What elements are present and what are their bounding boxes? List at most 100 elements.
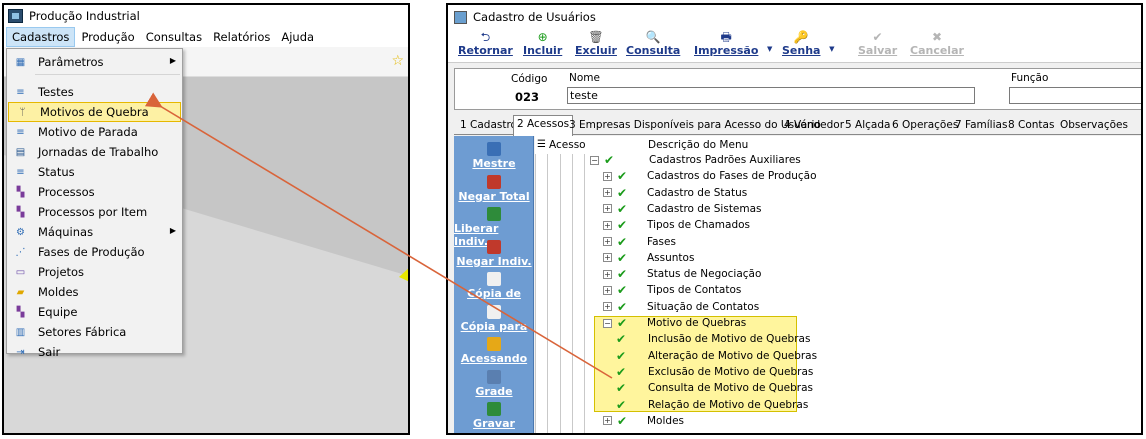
tree-row[interactable]: ✔ Alteração de Motivo de Quebras bbox=[616, 348, 817, 364]
expand-icon[interactable]: + bbox=[603, 416, 612, 426]
tree-row[interactable]: + ✔ Cadastros do Fases de Produção bbox=[603, 168, 817, 184]
check-icon[interactable]: ✔ bbox=[616, 332, 626, 346]
favorite-star-icon[interactable]: ☆ bbox=[391, 53, 404, 69]
dropdown-item-jornadas-de-trabalho[interactable]: ▤ Jornadas de Trabalho bbox=[7, 142, 182, 162]
tab-observacoes[interactable]: Observações bbox=[1057, 117, 1131, 135]
dropdown-item-sair[interactable]: ⇥ Sair bbox=[7, 342, 182, 362]
side-button-negar-indiv-[interactable]: Negar Indiv. bbox=[454, 239, 534, 268]
dropdown-item-testes[interactable]: ≡ Testes bbox=[7, 82, 182, 102]
dropdown-item-motivo-de-parada[interactable]: ≡ Motivo de Parada bbox=[7, 122, 182, 142]
nome-input[interactable]: teste bbox=[567, 87, 975, 104]
tab-familias[interactable]: 7 Famílias bbox=[952, 117, 1010, 135]
tab-operacoes[interactable]: 6 Operações bbox=[889, 117, 961, 135]
cancelar-button[interactable]: ✖ Cancelar bbox=[910, 31, 964, 61]
menu-producao[interactable]: Produção bbox=[76, 28, 139, 46]
tree-row[interactable]: − ✔ Cadastros Padrões Auxiliares bbox=[590, 152, 801, 168]
dropdown-item-motivos-de-quebra[interactable]: ᛘ Motivos de Quebra bbox=[8, 102, 181, 122]
consulta-button[interactable]: 🔍 Consulta bbox=[626, 31, 680, 61]
right-toolbar: ⮌ Retornar ⊕ Incluir 🗑 Excluir 🔍 Consult… bbox=[448, 29, 1141, 63]
salvar-button[interactable]: ✔ Salvar bbox=[858, 31, 897, 61]
expand-icon[interactable]: + bbox=[603, 188, 612, 198]
expand-icon[interactable]: + bbox=[603, 253, 612, 263]
collapse-icon[interactable]: − bbox=[590, 155, 599, 165]
check-icon[interactable]: ✔ bbox=[617, 202, 627, 216]
side-button-acessando[interactable]: Acessando bbox=[454, 337, 534, 365]
tree-row[interactable]: ✔ Relação de Motivo de Quebras bbox=[616, 397, 808, 413]
side-button-negar-total[interactable]: Negar Total bbox=[454, 174, 534, 203]
tab-acessos[interactable]: 2 Acessos bbox=[513, 115, 574, 136]
excluir-button[interactable]: 🗑 Excluir bbox=[575, 31, 617, 61]
side-button-c-pia-de[interactable]: Cópia de bbox=[454, 272, 534, 300]
check-icon[interactable]: ✔ bbox=[616, 365, 626, 379]
dropdown-item-m-quinas[interactable]: ⚙ Máquinas ▶ bbox=[7, 222, 182, 242]
tree-row[interactable]: + ✔ Moldes bbox=[603, 413, 684, 429]
descricao-header[interactable]: Descrição do Menu bbox=[648, 139, 748, 151]
dropdown-item-moldes[interactable]: ▰ Moldes bbox=[7, 282, 182, 302]
menu-ajuda[interactable]: Ajuda bbox=[276, 28, 319, 46]
check-icon[interactable]: ✔ bbox=[617, 300, 627, 314]
side-button-c-pia-para[interactable]: Cópia para bbox=[454, 304, 534, 333]
dropdown-item-processos[interactable]: ▚ Processos bbox=[7, 182, 182, 202]
tab-contas[interactable]: 8 Contas bbox=[1005, 117, 1057, 135]
tab-alcada[interactable]: 5 Alçada bbox=[842, 117, 893, 135]
menu-relatorios[interactable]: Relatórios bbox=[208, 28, 275, 46]
expand-icon[interactable]: + bbox=[603, 269, 612, 279]
chevron-down-icon[interactable]: ▼ bbox=[767, 45, 772, 53]
chevron-down-icon[interactable]: ▼ bbox=[829, 45, 834, 53]
expand-icon[interactable]: + bbox=[603, 302, 612, 312]
funcao-input[interactable] bbox=[1009, 87, 1141, 104]
dropdown-item-label: Testes bbox=[38, 85, 74, 99]
tab-vendedor[interactable]: 4 Vendedor bbox=[781, 117, 847, 135]
dropdown-item-processos-por-item[interactable]: ▚ Processos por Item bbox=[7, 202, 182, 222]
check-icon[interactable]: ✔ bbox=[617, 414, 627, 428]
dropdown-item-equipe[interactable]: ▚ Equipe bbox=[7, 302, 182, 322]
check-icon[interactable]: ✔ bbox=[616, 398, 626, 412]
check-icon[interactable]: ✔ bbox=[617, 283, 627, 297]
dropdown-item-projetos[interactable]: ▭ Projetos bbox=[7, 262, 182, 282]
impressao-button[interactable]: 🖶 Impressão ▼ bbox=[694, 31, 772, 61]
tree-row[interactable]: + ✔ Tipos de Chamados bbox=[603, 217, 750, 233]
check-icon[interactable]: ✔ bbox=[617, 267, 627, 281]
tree-row[interactable]: ✔ Exclusão de Motivo de Quebras bbox=[616, 364, 813, 380]
tree-row[interactable]: ✔ Inclusão de Motivo de Quebras bbox=[616, 331, 810, 347]
expand-icon[interactable]: + bbox=[603, 237, 612, 246]
check-icon[interactable]: ✔ bbox=[617, 251, 627, 265]
check-icon[interactable]: ✔ bbox=[617, 186, 627, 200]
tree-row[interactable]: + ✔ Cadastro de Status bbox=[603, 185, 747, 201]
expand-icon[interactable]: + bbox=[603, 285, 612, 295]
dropdown-item-par-metros[interactable]: ▦ Parâmetros ▶ bbox=[7, 52, 182, 72]
menu-cadastros[interactable]: Cadastros bbox=[6, 27, 76, 47]
tree-row[interactable]: ✔ Consulta de Motivo de Quebras bbox=[616, 380, 813, 396]
expand-icon[interactable]: + bbox=[603, 204, 612, 214]
incluir-button[interactable]: ⊕ Incluir bbox=[523, 31, 562, 61]
retornar-button[interactable]: ⮌ Retornar bbox=[458, 31, 513, 61]
check-icon[interactable]: ✔ bbox=[617, 218, 627, 232]
tree-row[interactable]: + ✔ Fases bbox=[603, 234, 676, 250]
expand-icon[interactable]: + bbox=[603, 171, 612, 181]
tree-row-label: Fases bbox=[647, 235, 676, 248]
tree-row[interactable]: + ✔ Cadastro de Sistemas bbox=[603, 201, 762, 217]
check-icon[interactable]: ✔ bbox=[617, 169, 627, 183]
tree-row[interactable]: + ✔ Assuntos bbox=[603, 250, 694, 266]
acesso-header[interactable]: Acesso bbox=[549, 139, 586, 151]
expand-icon[interactable]: + bbox=[603, 220, 612, 230]
tree-row[interactable]: − ✔ Motivo de Quebras bbox=[603, 315, 746, 331]
dropdown-item-fases-de-produ-o[interactable]: ⋰ Fases de Produção bbox=[7, 242, 182, 262]
side-button-grade[interactable]: Grade bbox=[454, 369, 534, 398]
side-button-gravar[interactable]: Gravar bbox=[454, 402, 534, 430]
check-icon[interactable]: ✔ bbox=[616, 381, 626, 395]
check-icon[interactable]: ✔ bbox=[616, 349, 626, 363]
tree-row[interactable]: + ✔ Tipos de Contatos bbox=[603, 282, 741, 298]
senha-button[interactable]: 🔑 Senha ▼ bbox=[782, 31, 834, 61]
menu-consultas[interactable]: Consultas bbox=[141, 28, 207, 46]
tab-cadastro[interactable]: 1 Cadastro bbox=[457, 117, 520, 135]
check-icon[interactable]: ✔ bbox=[617, 235, 627, 249]
dropdown-item-setores-f-brica[interactable]: ▥ Setores Fábrica bbox=[7, 322, 182, 342]
check-icon[interactable]: ✔ bbox=[604, 153, 614, 167]
check-icon[interactable]: ✔ bbox=[617, 316, 627, 330]
side-button-mestre[interactable]: Mestre bbox=[454, 142, 534, 170]
dropdown-item-status[interactable]: ≡ Status bbox=[7, 162, 182, 182]
tree-row[interactable]: + ✔ Situação de Contatos bbox=[603, 299, 759, 315]
tree-row[interactable]: + ✔ Status de Negociação bbox=[603, 266, 761, 282]
collapse-icon[interactable]: − bbox=[603, 318, 612, 328]
